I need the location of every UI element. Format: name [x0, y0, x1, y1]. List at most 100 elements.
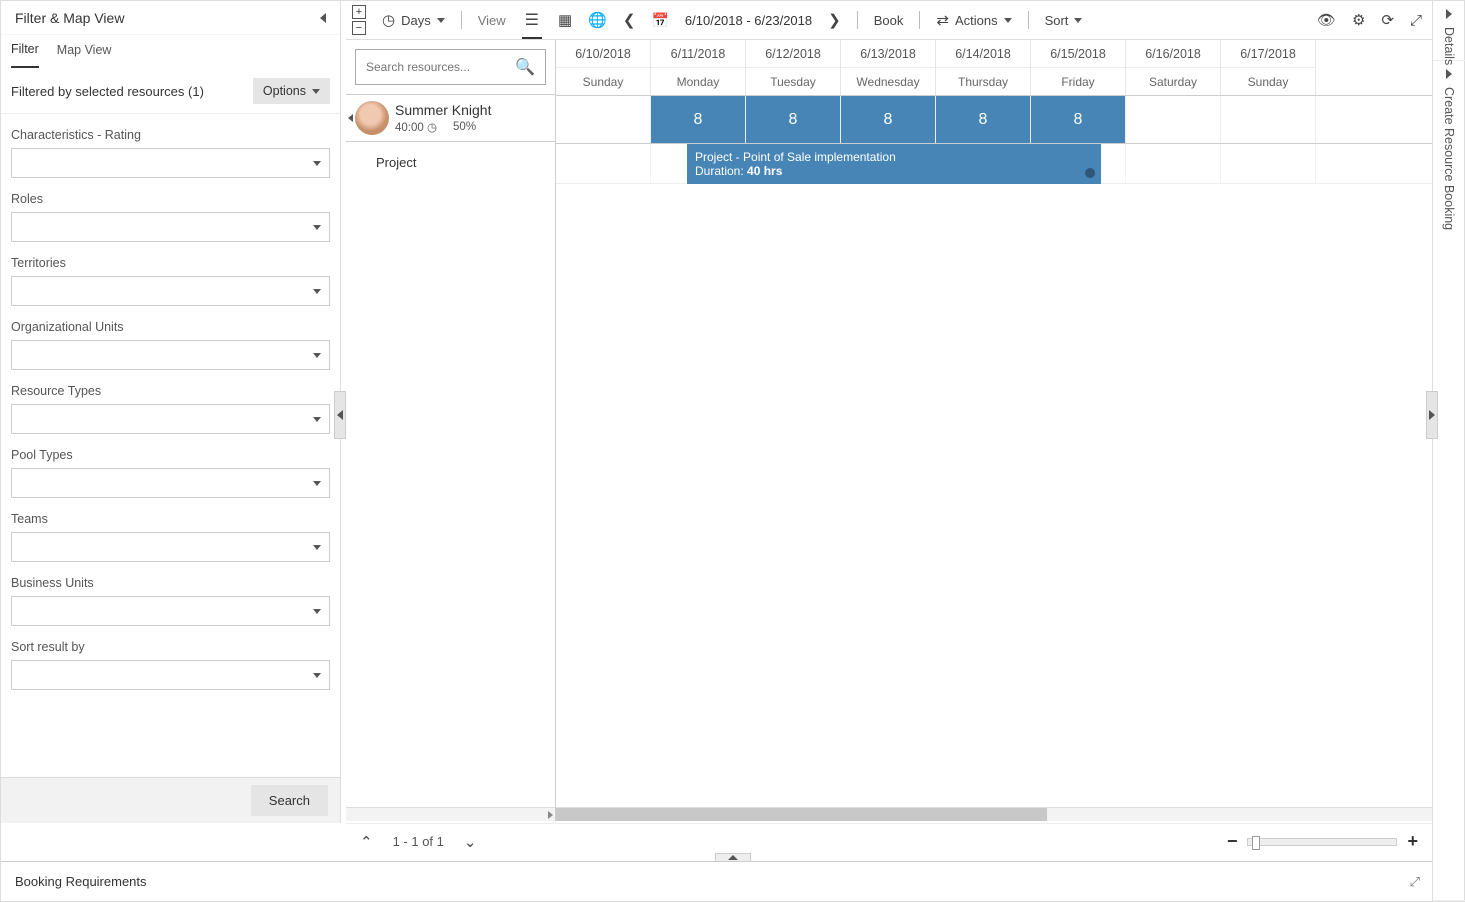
select-org-units[interactable]	[11, 340, 330, 370]
filter-form: Characteristics - Rating Roles Territori…	[1, 113, 340, 777]
booking-title: Project - Point of Sale implementation	[695, 150, 1093, 164]
resource-column-scrollbar[interactable]	[346, 807, 555, 821]
label-resource-types: Resource Types	[11, 384, 330, 398]
resource-time: 40:00	[395, 122, 424, 134]
hours-cell: 8	[651, 96, 746, 143]
expand-all-button[interactable]: +	[352, 5, 366, 19]
list-view-button[interactable]: ☰	[522, 2, 542, 39]
hours-cell: 8	[841, 96, 936, 143]
search-resources-input[interactable]	[366, 60, 496, 74]
separator	[461, 11, 462, 29]
cal-date: 6/12/2018	[746, 40, 840, 68]
avatar	[355, 101, 389, 135]
select-resource-types[interactable]	[11, 404, 330, 434]
splitter-handle-right[interactable]	[1426, 391, 1438, 439]
search-icon[interactable]: 🔍	[515, 57, 535, 77]
zoom-out-button[interactable]: −	[1227, 831, 1238, 852]
booking-duration-value: 40 hrs	[747, 164, 782, 178]
chevron-down-icon	[313, 161, 321, 166]
separator	[919, 11, 920, 29]
chevron-left-icon	[1446, 69, 1452, 79]
calendar-icon[interactable]: 📅	[651, 12, 668, 29]
fullscreen-icon[interactable]: ⤢	[1410, 12, 1422, 29]
prev-range-button[interactable]: ❮	[623, 11, 636, 29]
chevron-down-icon	[313, 289, 321, 294]
cal-day: Sunday	[1221, 68, 1315, 96]
zoom-slider-thumb[interactable]	[1252, 836, 1260, 850]
hours-cell	[1221, 96, 1316, 143]
tab-filter[interactable]: Filter	[11, 36, 39, 68]
chevron-down-icon	[312, 89, 320, 94]
separator	[857, 11, 858, 29]
calendar-area: 6/10/2018Sunday 6/11/2018Monday 6/12/201…	[556, 40, 1432, 821]
select-business-units[interactable]	[11, 596, 330, 626]
resize-handle-icon[interactable]	[1085, 168, 1095, 178]
schedule-toolbar: + − ◷ Days View ☰ ▦ 🌐 ❮ 📅 6/10/2018 - 6/…	[346, 1, 1432, 39]
map-view-button[interactable]: 🌐	[588, 11, 607, 29]
pager-bar: ⌃ 1 - 1 of 1 ⌄ − +	[346, 823, 1432, 859]
cal-day: Sunday	[556, 68, 650, 96]
swap-icon: ⇄	[936, 11, 949, 29]
pager-up-icon[interactable]: ⌃	[360, 833, 373, 851]
hours-cell: 8	[746, 96, 841, 143]
chevron-down-icon	[1074, 18, 1082, 23]
eye-icon[interactable]: 👁	[1317, 11, 1336, 29]
select-sort-by[interactable]	[11, 660, 330, 690]
tab-map-view[interactable]: Map View	[57, 37, 112, 67]
collapse-left-icon[interactable]	[320, 13, 326, 23]
collapse-row-icon[interactable]	[348, 114, 353, 122]
label-roles: Roles	[11, 192, 330, 206]
splitter-handle-bottom[interactable]	[715, 853, 751, 862]
refresh-icon[interactable]: ⟳	[1381, 11, 1394, 29]
view-label: View	[478, 13, 506, 28]
zoom-in-button[interactable]: +	[1407, 831, 1418, 852]
splitter-handle-left[interactable]	[334, 391, 346, 439]
book-button[interactable]: Book	[874, 13, 904, 28]
time-unit-menu[interactable]: ◷ Days	[382, 11, 445, 29]
expand-collapse-group: + −	[352, 4, 366, 36]
select-teams[interactable]	[11, 532, 330, 562]
zoom-slider[interactable]	[1247, 838, 1397, 846]
expand-panel-icon[interactable]: ⤢	[1410, 874, 1420, 890]
select-characteristics[interactable]	[11, 148, 330, 178]
gear-icon[interactable]: ⚙	[1352, 11, 1365, 29]
select-pool-types[interactable]	[11, 468, 330, 498]
sort-menu[interactable]: Sort	[1045, 13, 1083, 28]
options-button[interactable]: Options	[253, 78, 330, 104]
cal-date: 6/11/2018	[651, 40, 745, 68]
sidebar-footer: Search	[1, 777, 340, 823]
sidebar-header: Filter & Map View	[1, 1, 340, 35]
pager-down-icon[interactable]: ⌄	[464, 833, 477, 851]
date-range-text: 6/10/2018 - 6/23/2018	[685, 13, 812, 28]
cal-day: Saturday	[1126, 68, 1220, 96]
actions-menu[interactable]: ⇄ Actions	[936, 11, 1011, 29]
select-roles[interactable]	[11, 212, 330, 242]
next-range-button[interactable]: ❯	[828, 11, 841, 29]
select-territories[interactable]	[11, 276, 330, 306]
scroll-right-icon	[548, 811, 553, 819]
horizontal-scrollbar[interactable]	[556, 807, 1432, 821]
booking-block[interactable]: Project - Point of Sale implementation D…	[687, 144, 1101, 184]
chevron-down-icon	[313, 353, 321, 358]
create-booking-pane-header[interactable]: Create Resource Booking	[1433, 61, 1465, 901]
chevron-down-icon	[313, 545, 321, 550]
hours-cell	[556, 96, 651, 143]
booking-row: Project - Point of Sale implementation D…	[556, 144, 1432, 184]
resource-subtask-label: Project	[346, 142, 555, 182]
chevron-down-icon	[313, 673, 321, 678]
label-characteristics: Characteristics - Rating	[11, 128, 330, 142]
resource-name: Summer Knight	[395, 102, 491, 118]
sort-label: Sort	[1045, 13, 1069, 28]
grid-view-button[interactable]: ▦	[558, 11, 572, 29]
resource-row[interactable]: Summer Knight 40:00 ◷ 50%	[346, 94, 555, 142]
search-button[interactable]: Search	[251, 785, 328, 816]
details-pane-header[interactable]: Details	[1433, 1, 1465, 61]
chevron-down-icon	[313, 225, 321, 230]
resource-utilization: 50%	[453, 121, 476, 133]
search-resources-box[interactable]: 🔍	[355, 49, 546, 85]
collapse-all-button[interactable]: −	[352, 21, 366, 35]
chevron-down-icon	[313, 417, 321, 422]
chevron-down-icon	[1004, 18, 1012, 23]
cal-date: 6/16/2018	[1126, 40, 1220, 68]
scrollbar-thumb[interactable]	[556, 808, 1047, 821]
